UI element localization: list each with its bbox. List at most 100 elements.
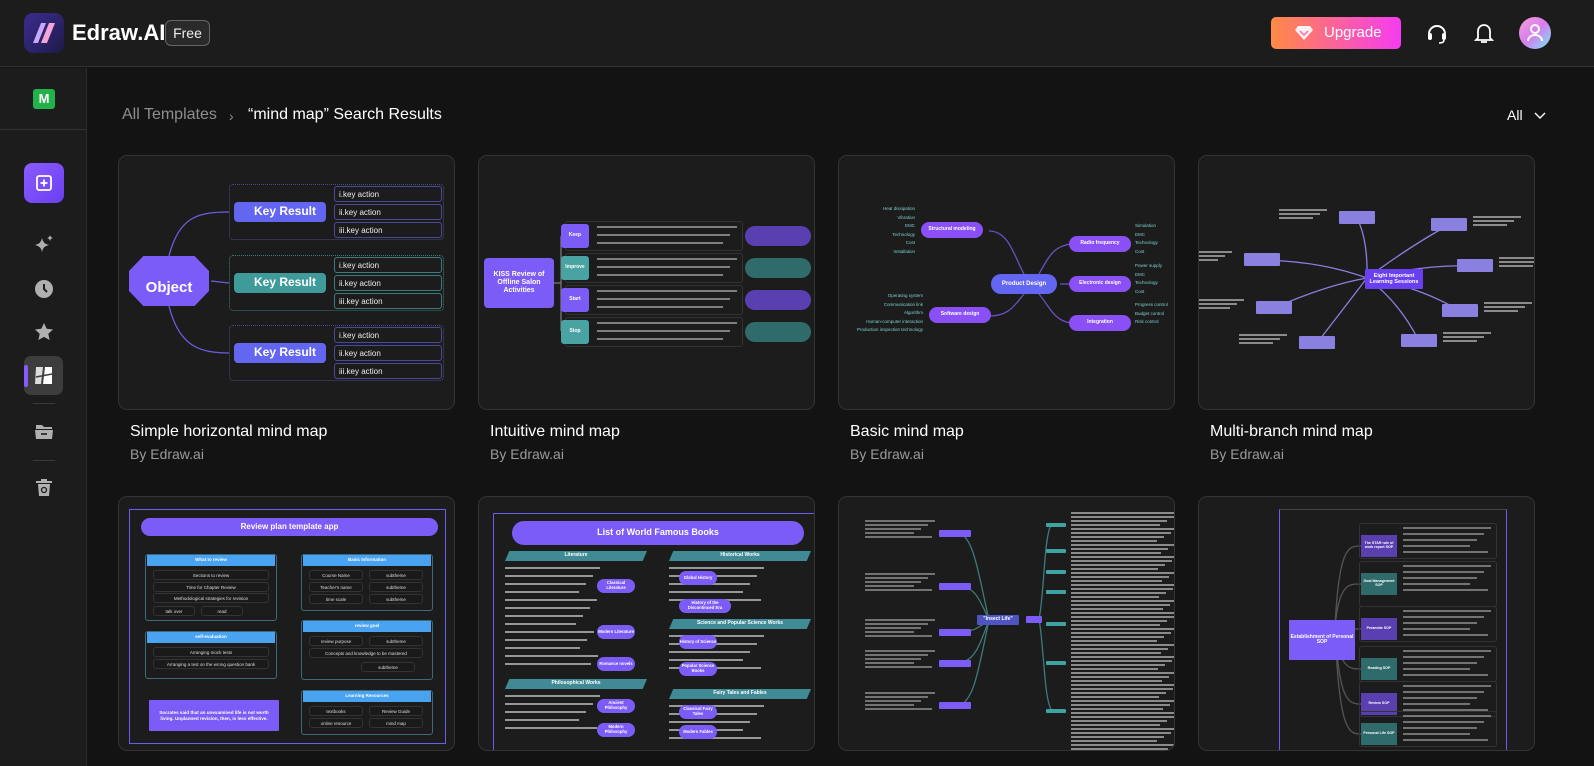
leaf-node: iii.key action: [334, 363, 442, 379]
diagram-text-line: [505, 727, 597, 729]
category-node: History of the Discontinued Era: [679, 599, 731, 613]
branch-node: Key Result: [234, 202, 326, 222]
diagram-text-line: [1403, 685, 1491, 687]
diagram-text: Cost: [1135, 248, 1145, 254]
item-box: review purpose: [309, 636, 363, 646]
diagram-text-line: [1071, 548, 1168, 550]
template-card[interactable]: Object Key Result i.key action ii.key actio…: [118, 155, 455, 462]
diagram-text-line: [1071, 716, 1174, 718]
template-card[interactable]: "Insect Life": [838, 496, 1175, 751]
diagram-text-line: [865, 708, 932, 710]
diagram-text-line: [1071, 552, 1161, 554]
diagram-text-line: [1071, 708, 1163, 710]
diagram-text-line: [505, 719, 579, 721]
template-card[interactable]: Review plan template app What to review Se…: [118, 496, 455, 751]
template-card[interactable]: List of World Famous Books Literature Phil…: [478, 496, 815, 751]
template-thumbnail[interactable]: Product Design Structural modeling Heat di…: [838, 155, 1175, 410]
note-bubble: [745, 258, 811, 278]
category-node: Romance novels: [597, 657, 635, 671]
diagram-text: EMC: [1135, 271, 1145, 277]
section-header: Learning Resources: [303, 691, 431, 702]
diagram-text-line: [505, 607, 590, 609]
branch-node: [1046, 549, 1066, 553]
new-file-button[interactable]: [24, 163, 64, 203]
template-thumbnail[interactable]: Review plan template app What to review Se…: [118, 496, 455, 751]
template-thumbnail[interactable]: Eight Important Learning Sessions: [1198, 155, 1535, 410]
leaf-label: ii.key action: [339, 208, 381, 217]
diagram-text-line: [1071, 584, 1174, 586]
diagram-text-line: [1279, 213, 1320, 215]
templates-nav-item[interactable]: [24, 356, 63, 395]
template-title[interactable]: Intuitive mind map: [490, 423, 620, 441]
diagram-text-line: [1071, 576, 1169, 578]
folder-icon[interactable]: [33, 420, 55, 442]
diagram-text-line: [597, 266, 730, 268]
item-box: subtheme: [369, 636, 423, 646]
diagram-text-line: [505, 623, 576, 625]
diagram-text-line: [597, 306, 723, 308]
diagram-text-line: [1403, 565, 1491, 567]
diagram-text-line: [1071, 596, 1159, 598]
edraw-logo[interactable]: [24, 13, 64, 53]
branch-node: [1046, 590, 1066, 594]
recent-clock-icon[interactable]: [33, 278, 55, 300]
template-thumbnail[interactable]: "Insect Life": [838, 496, 1175, 751]
template-author: By Edraw.ai: [1210, 446, 1284, 462]
item-box: Review Guide: [369, 706, 423, 716]
template-card[interactable]: Product Design Structural modeling Heat di…: [838, 155, 1175, 462]
diagram-text-line: [1071, 628, 1174, 630]
section-header: Historical Works: [669, 551, 811, 561]
plus-square-icon: [36, 175, 52, 191]
template-card[interactable]: Eight Important Learning Sessions Multi-b…: [1198, 155, 1535, 462]
diagram-text-line: [865, 623, 928, 625]
diagram-text-line: [1071, 680, 1162, 682]
workspace-avatar[interactable]: M: [33, 89, 55, 109]
diagram-text-line: [865, 536, 932, 538]
diagram-text-line: [1239, 342, 1273, 344]
leaf-label: iii.key action: [339, 367, 383, 376]
template-card[interactable]: Establishment of Personal SOP The STAR ru…: [1198, 496, 1535, 751]
bell-icon[interactable]: [1474, 21, 1494, 45]
branch-node: [939, 702, 971, 709]
filter-dropdown[interactable]: All: [1507, 107, 1546, 123]
template-title[interactable]: Basic mind map: [850, 423, 964, 441]
template-thumbnail[interactable]: Establishment of Personal SOP The STAR ru…: [1198, 496, 1535, 751]
branch-node: [1256, 301, 1292, 314]
diagram-text-line: [1071, 556, 1174, 558]
template-thumbnail[interactable]: KISS Review of Offline Salon Activities K…: [478, 155, 815, 410]
diagram-text-line: [865, 528, 921, 530]
diagram-text-line: [1071, 644, 1174, 646]
support-headset-icon[interactable]: [1426, 21, 1448, 45]
ai-sparkle-icon[interactable]: [33, 234, 55, 256]
leaf-label: ii.key action: [339, 279, 381, 288]
trash-icon[interactable]: [33, 476, 55, 498]
template-title[interactable]: Simple horizontal mind map: [130, 423, 327, 441]
diagram-text-line: [669, 659, 743, 661]
diagram-text-line: [1071, 736, 1164, 738]
diagram-text-line: [1403, 697, 1477, 699]
upgrade-label: Upgrade: [1324, 24, 1382, 41]
template-card[interactable]: KISS Review of Offline Salon Activities K…: [478, 155, 815, 462]
diagram-text-line: [1443, 332, 1491, 334]
diagram-text-line: [1071, 748, 1168, 750]
diagram-text-line: [1071, 740, 1157, 742]
favorites-star-icon[interactable]: [33, 321, 55, 343]
template-thumbnail[interactable]: Object Key Result i.key action ii.key actio…: [118, 155, 455, 410]
user-avatar[interactable]: [1519, 17, 1551, 49]
template-title[interactable]: Multi-branch mind map: [1210, 423, 1373, 441]
breadcrumb-separator: ›: [229, 108, 234, 124]
diagram-text: Algorithm: [903, 310, 923, 316]
template-thumbnail[interactable]: List of World Famous Books Literature Phil…: [478, 496, 815, 751]
diagram-text-line: [505, 639, 587, 641]
branch-node: [1046, 622, 1066, 626]
upgrade-button[interactable]: Upgrade: [1271, 17, 1401, 49]
diagram-text-line: [505, 567, 600, 569]
item-box: Teacher's name: [309, 582, 363, 592]
diagram-text-line: [1403, 739, 1488, 741]
item-box: subtheme: [369, 582, 423, 592]
diagram-text-line: [865, 631, 914, 633]
diagram-text-line: [1071, 712, 1174, 714]
root-node: Review plan template app: [141, 518, 438, 536]
diagram-text-line: [1071, 516, 1174, 518]
breadcrumb-all-templates[interactable]: All Templates: [122, 106, 217, 124]
